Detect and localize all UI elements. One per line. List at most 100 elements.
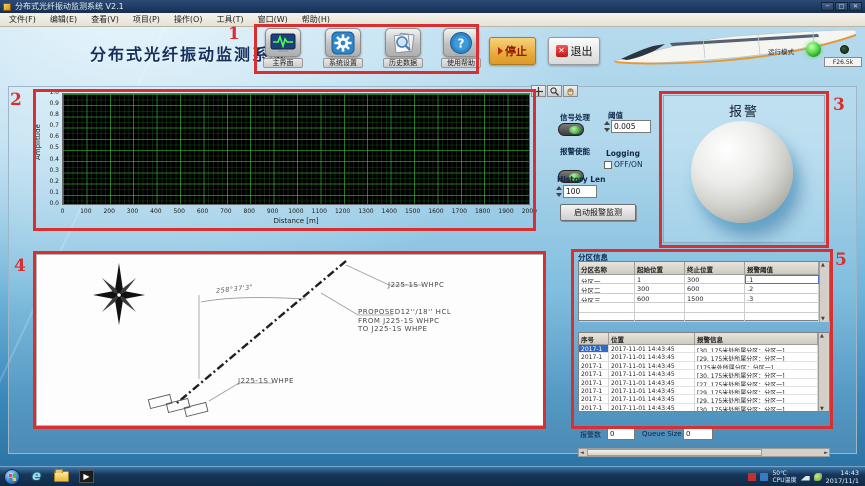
annotation-number-1: 1 — [228, 24, 240, 44]
log-cell-id[interactable]: 2017-1 — [579, 362, 609, 370]
cell-end[interactable]: 600 — [685, 284, 745, 293]
menu-item[interactable]: 编辑(E) — [43, 13, 84, 27]
cell-threshold[interactable]: .3 — [745, 294, 819, 303]
log-cell-id[interactable]: 2017-1 — [579, 379, 609, 387]
tray-badge-icon[interactable] — [760, 473, 768, 481]
history-len-spinner[interactable] — [555, 185, 563, 198]
start-button[interactable] — [4, 469, 20, 485]
log-cell-time[interactable]: 2017-11-01 14:43:45 — [609, 387, 695, 395]
cell-name[interactable] — [579, 303, 635, 312]
queue-size-input[interactable]: 0 — [683, 428, 713, 440]
log-cell-id[interactable]: 2017-1 — [579, 404, 609, 412]
log-cell-id[interactable]: 2017-1 — [579, 370, 609, 378]
menu-item[interactable]: 窗口(W) — [251, 13, 295, 27]
log-cell-id[interactable]: 2017-1 — [579, 387, 609, 395]
cell-start[interactable] — [635, 303, 685, 312]
pan-tool-button[interactable] — [563, 85, 578, 97]
main-screen-button[interactable]: 主界面 — [263, 28, 303, 68]
tray-badge-icon[interactable] — [748, 473, 756, 481]
history-data-button[interactable]: 历史数据 — [383, 28, 423, 68]
history-len-value[interactable]: 100 — [563, 185, 597, 198]
log-cell-time[interactable]: 2017-11-01 14:43:45 — [609, 404, 695, 412]
waveform-plot[interactable] — [62, 93, 530, 205]
log-cell-time[interactable]: 2017-11-01 14:43:45 — [609, 345, 695, 353]
threshold-spinner[interactable] — [603, 120, 611, 133]
menu-item[interactable]: 查看(V) — [84, 13, 126, 27]
log-cell-time[interactable]: 2017-11-01 14:43:45 — [609, 395, 695, 403]
log-cell-message[interactable]: [30, 175米处所属分区：分区一] — [695, 370, 818, 378]
zoom-tool-button[interactable] — [547, 85, 562, 97]
logging-checkbox-row[interactable]: OFF/ON — [604, 160, 643, 169]
close-button[interactable]: ✕ — [849, 2, 862, 11]
log-cell-time[interactable]: 2017-11-01 14:43:45 — [609, 353, 695, 361]
taskbar-folder-icon[interactable] — [53, 469, 70, 484]
maximize-button[interactable]: □ — [835, 2, 848, 11]
log-cell-message[interactable]: [29, 175米处所属分区：分区一] — [695, 387, 818, 395]
alarm-log-table[interactable]: 序号 位置 报警信息 2017-1 2017-11-01 14:43:45 [3… — [578, 332, 830, 412]
cell-threshold[interactable] — [745, 313, 819, 322]
logging-checkbox[interactable] — [604, 161, 612, 169]
cell-threshold[interactable]: .2 — [745, 284, 819, 293]
log-cell-message[interactable]: [30, 175米处所属分区：分区一] — [695, 404, 818, 412]
help-button[interactable]: ? 使用帮助 — [441, 28, 481, 68]
cell-end[interactable]: 1500 — [685, 294, 745, 303]
log-cell-id[interactable]: 2017-1 — [579, 353, 609, 361]
cursor-tool-button[interactable] — [531, 85, 546, 97]
signal-led[interactable] — [558, 123, 584, 136]
log-cell-time[interactable]: 2017-11-01 14:43:45 — [609, 379, 695, 387]
system-settings-button[interactable]: 系统设置 — [323, 28, 363, 68]
taskbar-clock[interactable]: 14:432017/11/1 — [826, 469, 861, 485]
cell-threshold[interactable] — [745, 303, 819, 312]
cell-end[interactable]: 300 — [685, 275, 745, 284]
log-cell-id[interactable]: 2017-1 — [579, 395, 609, 403]
cell-name[interactable]: 分区二 — [579, 284, 635, 293]
x-tick: 1600 — [426, 208, 447, 215]
annotation-number-2: 2 — [10, 90, 22, 110]
start-alarm-monitor-button[interactable]: 启动报警监测 — [560, 204, 636, 221]
log-cell-id[interactable]: 2017-1 — [579, 345, 609, 353]
cell-name[interactable] — [579, 313, 635, 322]
stop-button[interactable]: 停止 — [489, 37, 536, 65]
alarm-log-vscrollbar[interactable] — [818, 333, 829, 412]
cell-start[interactable] — [635, 313, 685, 322]
taskbar: e ▶ 50℃CPU温度 14:432017/11/1 — [0, 466, 865, 486]
cell-end[interactable] — [685, 303, 745, 312]
cell-start[interactable]: 600 — [635, 294, 685, 303]
cell-name[interactable]: 分区三 — [579, 294, 635, 303]
minimize-button[interactable]: ─ — [821, 2, 834, 11]
log-cell-message[interactable]: [27, 175米处所属分区：分区一] — [695, 379, 818, 387]
x-tick: 0 — [52, 208, 73, 215]
x-tick: 600 — [192, 208, 213, 215]
cell-start[interactable]: 300 — [635, 284, 685, 293]
taskbar-ie-icon[interactable]: e — [28, 469, 45, 484]
log-cell-message[interactable]: [30, 175米处所属分区：分区一] — [695, 345, 818, 353]
partition-table[interactable]: 分区名称 起始位置 终止位置 报警阈值 分区一 1 300 .1 分区二 300… — [578, 261, 830, 321]
history-len-input[interactable]: 100 — [555, 185, 597, 198]
y-tick: 0.5 — [42, 145, 59, 151]
cell-start[interactable]: 1 — [635, 275, 685, 284]
stop-label: 停止 — [505, 43, 527, 59]
partition-table-vscrollbar[interactable] — [819, 262, 829, 322]
menu-item[interactable]: 帮助(H) — [295, 13, 337, 27]
cell-end[interactable] — [685, 313, 745, 322]
logging-value: OFF/ON — [614, 160, 643, 169]
taskbar-labview-icon[interactable]: ▶ — [78, 469, 95, 484]
log-cell-message[interactable]: [175米处所属分区：分区一] — [695, 362, 818, 370]
log-cell-message[interactable]: [29, 175米处所属分区：分区一] — [695, 353, 818, 361]
cell-threshold[interactable]: .1 — [745, 275, 819, 284]
hand-icon — [566, 87, 575, 96]
menu-item[interactable]: 操作(O) — [167, 13, 210, 27]
log-cell-time[interactable]: 2017-11-01 14:43:45 — [609, 362, 695, 370]
tray-utility-icon[interactable] — [814, 473, 822, 481]
alarm-count-input[interactable]: 0 — [607, 428, 635, 440]
menu-item[interactable]: 文件(F) — [2, 13, 43, 27]
log-cell-message[interactable]: [29, 175米处所属分区：分区一] — [695, 395, 818, 403]
cell-name[interactable]: 分区一 — [579, 275, 635, 284]
menu-item[interactable]: 项目(P) — [126, 13, 167, 27]
exit-button[interactable]: ✕ 退出 — [548, 37, 600, 65]
tray-network-icon[interactable] — [801, 473, 810, 481]
log-cell-time[interactable]: 2017-11-01 14:43:45 — [609, 370, 695, 378]
threshold-value[interactable]: 0.005 — [611, 120, 651, 133]
alarm-log-hscrollbar[interactable] — [578, 448, 830, 457]
threshold-input[interactable]: 0.005 — [603, 120, 651, 133]
